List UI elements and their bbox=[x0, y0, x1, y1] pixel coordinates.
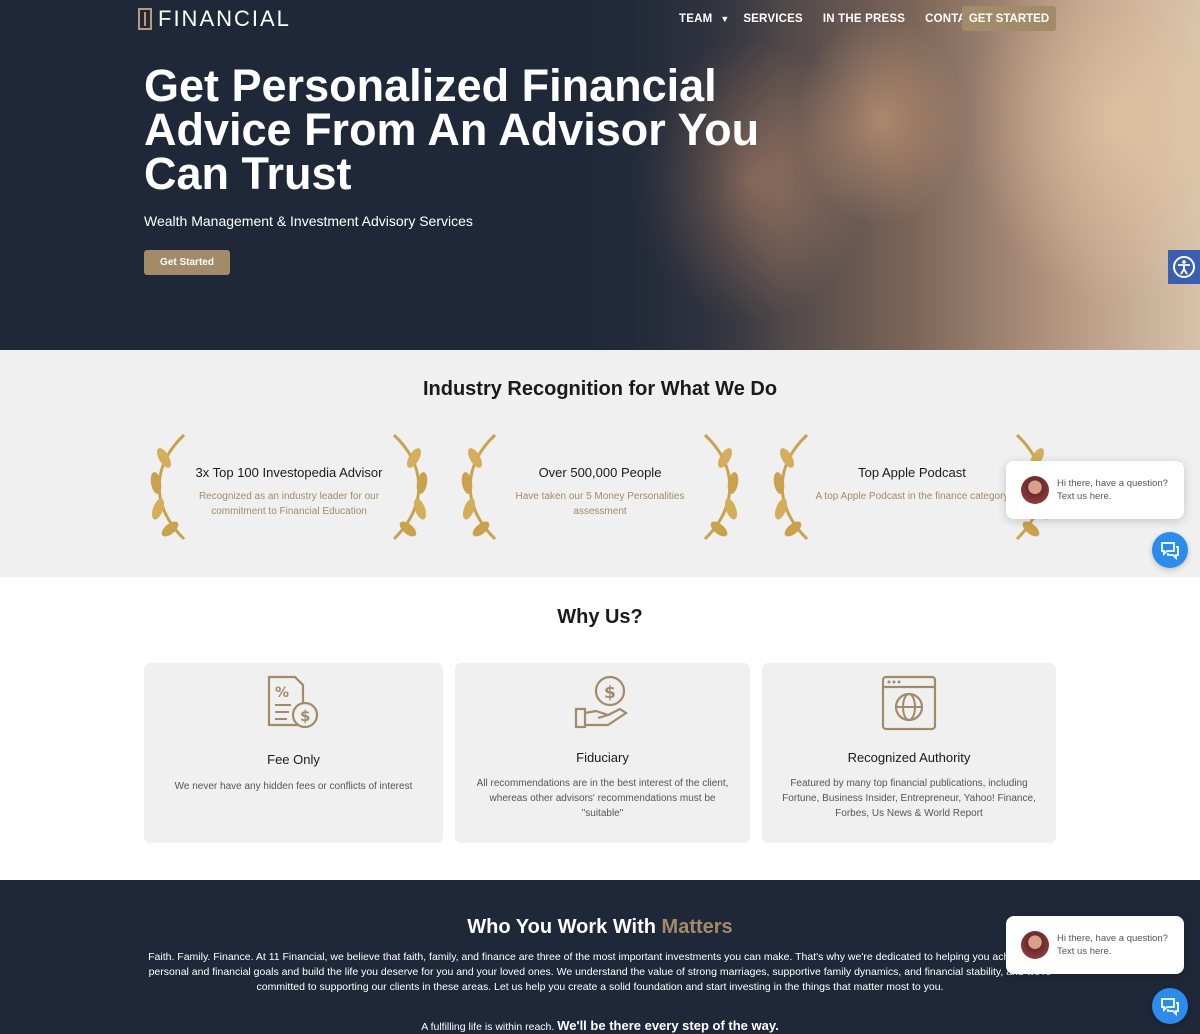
card-description: All recommendations are in the best inte… bbox=[476, 778, 729, 819]
recognition-title: Industry Recognition for What We Do bbox=[422, 378, 778, 400]
web-globe-icon bbox=[881, 675, 937, 731]
award-description: A top Apple Podcast in the finance categ… bbox=[815, 491, 1009, 502]
hero-get-started-button[interactable]: Get Started bbox=[144, 250, 230, 275]
who-body-text: Faith. Family. Finance. At 11 Financial,… bbox=[148, 951, 1052, 993]
chat-popup[interactable]: Hi there, have a question? Text us here. bbox=[1006, 461, 1184, 519]
nav-item-team[interactable]: TEAM bbox=[679, 13, 712, 25]
header-get-started-button[interactable]: GET STARTED bbox=[962, 6, 1056, 31]
who-title-accent: Matters bbox=[661, 916, 733, 938]
svg-text:%: % bbox=[275, 685, 289, 701]
chat-open-button[interactable] bbox=[1152, 532, 1188, 568]
laurel-right-icon bbox=[392, 433, 428, 541]
tagline-plain: A fulfilling life is within reach. bbox=[421, 1021, 558, 1033]
avatar bbox=[1021, 476, 1049, 504]
laurel-left-icon bbox=[150, 433, 186, 541]
fee-document-icon: % $ bbox=[267, 675, 319, 729]
award-description: Recognized as an industry leader for our… bbox=[198, 491, 380, 517]
who-title-main: Who You Work With bbox=[467, 916, 662, 938]
main-nav: TEAM ▼ SERVICES IN THE PRESS CONTACT bbox=[679, 7, 982, 31]
hero-subtitle: Wealth Management & Investment Advisory … bbox=[144, 213, 473, 229]
card-description: Featured by many top financial publicati… bbox=[782, 778, 1036, 819]
card-title: Recognized Authority bbox=[847, 750, 971, 765]
chat-message: Hi there, have a question? Text us here. bbox=[1057, 478, 1168, 502]
award-item: 3x Top 100 Investopedia Advisor Recogniz… bbox=[144, 433, 434, 543]
nav-item-press[interactable]: IN THE PRESS bbox=[823, 13, 905, 25]
award-name: 3x Top 100 Investopedia Advisor bbox=[195, 465, 383, 480]
svg-text:$: $ bbox=[604, 683, 616, 703]
chat-message: Hi there, have a question? Text us here. bbox=[1057, 933, 1168, 957]
chat-icon bbox=[1161, 998, 1179, 1017]
chat-popup[interactable]: Hi there, have a question? Text us here. bbox=[1006, 916, 1184, 974]
card-title: Fee Only bbox=[267, 752, 320, 767]
feature-card-fiduciary: $ Fiduciary All recommendations are in t… bbox=[455, 663, 750, 843]
logo-text: FINANCIAL bbox=[158, 6, 291, 31]
chevron-down-icon[interactable]: ▼ bbox=[720, 14, 729, 24]
avatar bbox=[1021, 931, 1049, 959]
chat-icon bbox=[1161, 542, 1179, 561]
hand-coin-icon: $ bbox=[574, 675, 628, 729]
card-description: We never have any hidden fees or conflic… bbox=[174, 781, 413, 792]
award-description: Have taken our 5 Money Personalities ass… bbox=[515, 491, 685, 517]
chat-open-button[interactable] bbox=[1152, 988, 1188, 1024]
logo-mark-icon bbox=[138, 8, 152, 30]
laurel-right-icon bbox=[703, 433, 739, 541]
nav-item-services[interactable]: SERVICES bbox=[743, 13, 803, 25]
svg-text:$: $ bbox=[300, 707, 310, 725]
tagline-bold: We'll be there every step of the way. bbox=[557, 1018, 779, 1033]
laurel-left-icon bbox=[773, 433, 809, 541]
laurel-left-icon bbox=[461, 433, 497, 541]
feature-card-fee-only: % $ Fee Only We never have any hidden fe… bbox=[144, 663, 443, 843]
hero-title: Get Personalized Financial Advice From A… bbox=[144, 60, 760, 199]
award-item: Over 500,000 People Have taken our 5 Mon… bbox=[455, 433, 745, 543]
card-title: Fiduciary bbox=[576, 750, 629, 765]
who-tagline: A fulfilling life is within reach. We'll… bbox=[0, 1018, 1200, 1033]
site-logo[interactable]: FINANCIAL bbox=[138, 6, 291, 31]
feature-card-recognized-authority: Recognized Authority Featured by many to… bbox=[762, 663, 1056, 843]
why-us-title: Why Us? bbox=[557, 606, 643, 628]
accessibility-icon[interactable] bbox=[1168, 250, 1200, 284]
hero-section: FINANCIAL TEAM ▼ SERVICES IN THE PRESS C… bbox=[0, 0, 1200, 350]
award-name: Over 500,000 People bbox=[538, 465, 662, 480]
